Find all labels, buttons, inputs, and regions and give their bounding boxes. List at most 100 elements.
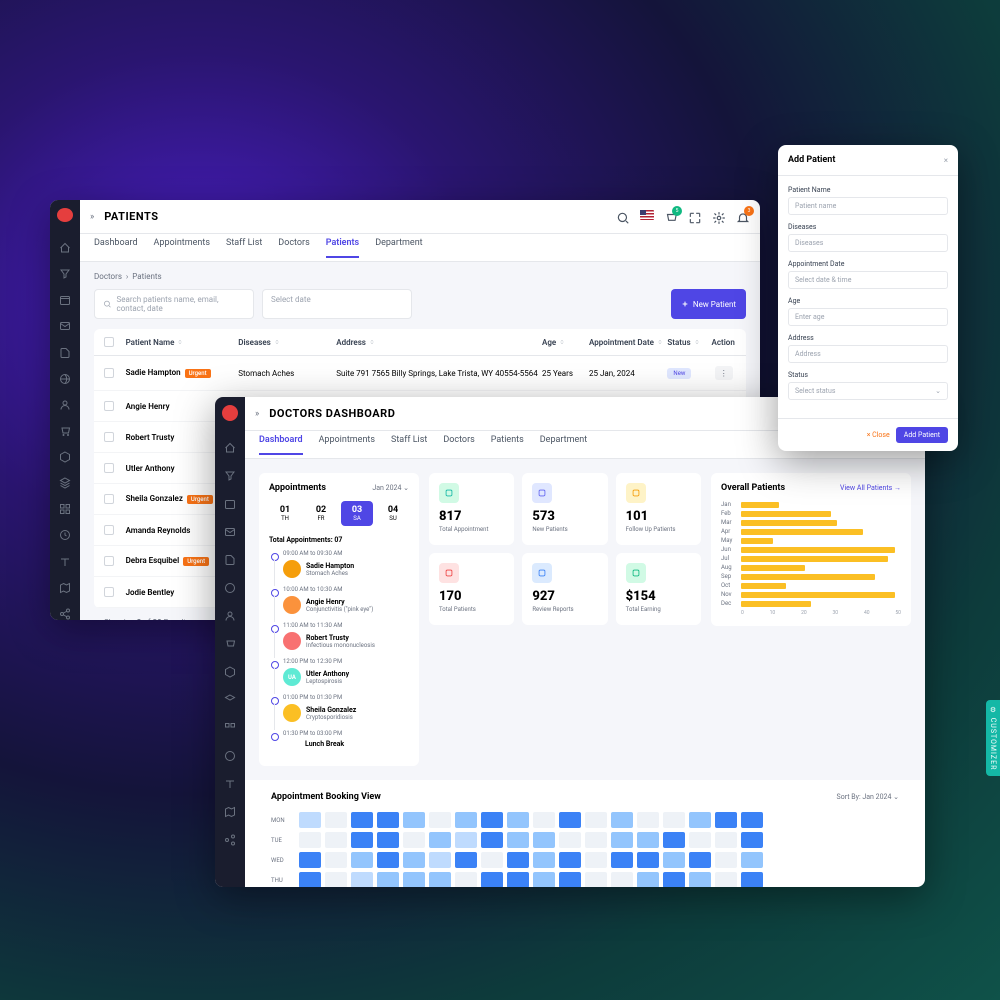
heatmap-cell[interactable] <box>481 852 503 868</box>
heatmap-cell[interactable] <box>585 832 607 848</box>
heatmap-cell[interactable] <box>299 872 321 887</box>
heatmap-cell[interactable] <box>351 852 373 868</box>
row-checkbox[interactable] <box>104 463 114 473</box>
layers-icon[interactable] <box>58 477 72 489</box>
timeline-item[interactable]: 01:00 PM to 01:30 PMSheila GonzalezCrypt… <box>269 694 409 722</box>
tab-appointments[interactable]: Appointments <box>154 238 210 258</box>
heatmap-cell[interactable] <box>403 832 425 848</box>
heatmap-cell[interactable] <box>585 812 607 828</box>
heatmap-cell[interactable] <box>403 812 425 828</box>
heatmap-cell[interactable] <box>351 812 373 828</box>
menu-toggle-icon[interactable]: » <box>255 409 259 419</box>
heatmap-cell[interactable] <box>533 832 555 848</box>
globe-icon[interactable] <box>58 373 72 385</box>
heatmap-cell[interactable] <box>481 872 503 887</box>
heatmap-cell[interactable] <box>377 812 399 828</box>
diseases-input[interactable]: Diseases <box>788 234 948 252</box>
close-icon[interactable]: × <box>944 156 948 165</box>
heatmap-cell[interactable] <box>325 872 347 887</box>
box-icon[interactable] <box>223 665 237 679</box>
tab-doctors[interactable]: Doctors <box>278 238 309 258</box>
heatmap-cell[interactable] <box>533 852 555 868</box>
heatmap-cell[interactable] <box>663 852 685 868</box>
heatmap-cell[interactable] <box>429 812 451 828</box>
date-input[interactable]: Select date <box>262 289 412 319</box>
heatmap-cell[interactable] <box>325 812 347 828</box>
heatmap-cell[interactable] <box>689 832 711 848</box>
row-checkbox[interactable] <box>104 368 114 378</box>
heatmap-cell[interactable] <box>715 832 737 848</box>
calendar-icon[interactable] <box>223 497 237 511</box>
file-icon[interactable] <box>58 346 72 358</box>
age-input[interactable]: Enter age <box>788 308 948 326</box>
timeline-item[interactable]: 01:30 PM to 03:00 PMLunch Break <box>269 730 409 748</box>
heatmap-cell[interactable] <box>585 872 607 887</box>
date-cell[interactable]: 03SA <box>341 501 373 526</box>
heatmap-cell[interactable] <box>663 812 685 828</box>
home-icon[interactable] <box>223 441 237 455</box>
cart-icon[interactable] <box>58 425 72 437</box>
heatmap-cell[interactable] <box>507 872 529 887</box>
filter-icon[interactable] <box>223 469 237 483</box>
menu-toggle-icon[interactable]: » <box>90 212 94 222</box>
heatmap-cell[interactable] <box>559 812 581 828</box>
heatmap-cell[interactable] <box>637 832 659 848</box>
timeline-item[interactable]: 09:00 AM to 09:30 AMSadie HamptonStomach… <box>269 550 409 578</box>
heatmap-cell[interactable] <box>611 872 633 887</box>
heatmap-cell[interactable] <box>533 812 555 828</box>
user-icon[interactable] <box>223 609 237 623</box>
tab-patients[interactable]: Patients <box>326 238 359 258</box>
user-icon[interactable] <box>58 399 72 411</box>
heatmap-cell[interactable] <box>481 812 503 828</box>
map-icon[interactable] <box>223 805 237 819</box>
gear-icon[interactable] <box>712 210 726 224</box>
heatmap-cell[interactable] <box>741 852 763 868</box>
heatmap-cell[interactable] <box>533 872 555 887</box>
row-checkbox[interactable] <box>104 525 114 535</box>
heatmap-cell[interactable] <box>351 872 373 887</box>
timeline-item[interactable]: 10:00 AM to 10:30 AMAngie HenryConjuncti… <box>269 586 409 614</box>
heatmap-cell[interactable] <box>559 832 581 848</box>
date-picker[interactable]: 01TH02FR03SA04SU <box>269 501 409 526</box>
expand-icon[interactable] <box>688 210 702 224</box>
heatmap-cell[interactable] <box>481 832 503 848</box>
clock-icon[interactable] <box>223 749 237 763</box>
heatmap-cell[interactable] <box>403 852 425 868</box>
heatmap-cell[interactable] <box>325 832 347 848</box>
patient-name-input[interactable]: Patient name <box>788 197 948 215</box>
heatmap-cell[interactable] <box>741 832 763 848</box>
sort-selector[interactable]: Sort By: Jan 2024 ⌄ <box>837 793 899 801</box>
appointment-date-input[interactable]: Select date & time <box>788 271 948 289</box>
heatmap-cell[interactable] <box>637 852 659 868</box>
heatmap-cell[interactable] <box>377 852 399 868</box>
heatmap-cell[interactable] <box>715 812 737 828</box>
customizer-tab[interactable]: ⚙ CUSTOMIZER <box>986 700 1000 776</box>
heatmap-cell[interactable] <box>507 852 529 868</box>
file-icon[interactable] <box>223 553 237 567</box>
heatmap-cell[interactable] <box>559 872 581 887</box>
grid-icon[interactable] <box>58 503 72 515</box>
heatmap-cell[interactable] <box>689 812 711 828</box>
view-all-link[interactable]: View All Patients → <box>840 484 901 492</box>
heatmap-cell[interactable] <box>377 872 399 887</box>
heatmap-cell[interactable] <box>689 872 711 887</box>
share-icon[interactable] <box>58 608 72 620</box>
tab-dashboard[interactable]: Dashboard <box>259 435 303 455</box>
heatmap-cell[interactable] <box>455 872 477 887</box>
heatmap-cell[interactable] <box>741 872 763 887</box>
heatmap-cell[interactable] <box>403 872 425 887</box>
share-icon[interactable] <box>223 833 237 847</box>
heatmap-cell[interactable] <box>611 832 633 848</box>
heatmap-cell[interactable] <box>507 812 529 828</box>
row-checkbox[interactable] <box>104 432 114 442</box>
heatmap-cell[interactable] <box>715 872 737 887</box>
add-patient-button[interactable]: Add Patient <box>896 427 948 443</box>
status-input[interactable]: Select status ⌄ <box>788 382 948 400</box>
close-button[interactable]: × Close <box>867 427 890 443</box>
tab-dashboard[interactable]: Dashboard <box>94 238 138 258</box>
row-checkbox[interactable] <box>104 494 114 504</box>
heatmap-cell[interactable] <box>429 872 451 887</box>
heatmap-cell[interactable] <box>689 852 711 868</box>
heatmap-cell[interactable] <box>663 832 685 848</box>
search-input[interactable]: Search patients name, email, contact, da… <box>94 289 254 319</box>
